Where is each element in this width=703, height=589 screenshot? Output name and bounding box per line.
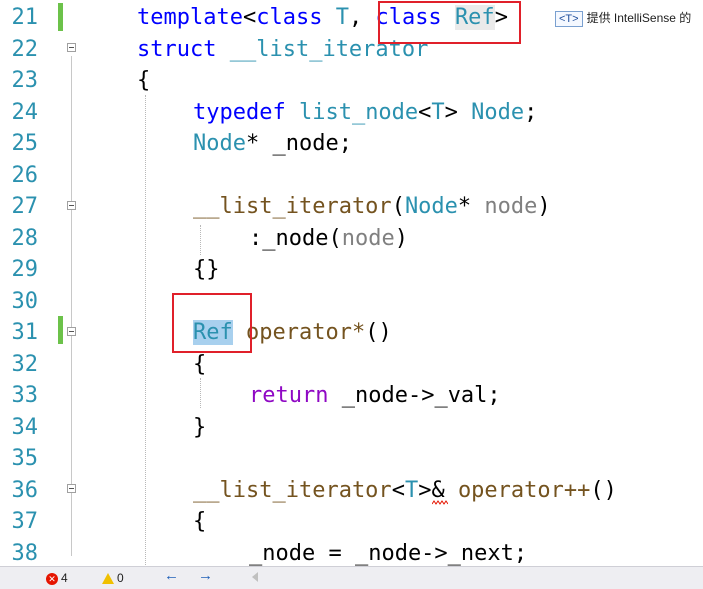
code-text: return _node->_val; [249,383,501,408]
error-count[interactable]: ✕ 4 [46,570,68,586]
code-line: 31 Ref operator*() [0,317,703,349]
line-number: 27 [11,194,39,219]
code-text: Node* _node; [193,131,352,156]
warning-icon [102,573,114,585]
line-number: 22 [11,36,39,62]
code-line: 30 [0,286,703,318]
code-text: _node = _node->_next; [249,540,528,566]
code-line: 22 struct __list_iterator [0,34,703,66]
code-text: typedef list_node<T> Node; [193,99,538,125]
code-line: 34 } [0,412,703,444]
template-tag-icon: <T> [555,11,583,27]
code-text: { [137,68,151,93]
line-number: 24 [11,99,39,125]
highlight-box-class-ref [378,1,521,44]
line-number: 34 [11,414,39,440]
code-text: :_node(node) [249,225,408,251]
highlight-box-ref [172,293,252,353]
line-number: 33 [11,383,39,408]
line-number: 31 [11,320,39,345]
line-number: 21 [11,5,39,30]
error-icon: ✕ [46,572,58,585]
code-text: { [193,509,207,534]
status-bar: ✕ 4 0 ← → [0,566,703,589]
code-text: { [193,351,207,377]
code-line: 25 Node* _node; [0,128,703,160]
code-line: 33 return _node->_val; [0,380,703,412]
code-text: __list_iterator<T>& operator++() [193,477,617,503]
line-number: 23 [11,68,39,93]
code-line: 37 { [0,506,703,538]
code-text: {} [193,257,220,282]
code-line: 24 typedef list_node<T> Node; [0,97,703,129]
line-number: 36 [11,477,39,503]
scroll-left-icon[interactable] [252,572,258,582]
line-number: 32 [11,351,39,377]
code-line: 27 __list_iterator(Node* node) [0,191,703,223]
code-line: 36 __list_iterator<T>& operator++() [0,475,703,507]
line-number: 25 [11,131,39,156]
intellisense-tooltip: <T> 提供 IntelliSense 的 [555,8,691,28]
line-number: 35 [11,446,39,471]
line-number: 28 [11,225,39,251]
code-editor[interactable]: 21 template<class T, class Ref> 22 struc… [0,0,703,566]
tooltip-text: 提供 IntelliSense 的 [586,11,692,25]
code-line: 32 { [0,349,703,381]
code-line: 38 _node = _node->_next; [0,538,703,567]
line-number: 38 [11,540,39,566]
code-line: 26 [0,160,703,192]
navigate-back-button[interactable]: ← [164,568,179,584]
warning-count[interactable]: 0 [102,570,124,586]
error-squiggle [432,500,448,505]
code-line: 35 [0,443,703,475]
line-number: 29 [11,257,39,282]
code-text: __list_iterator(Node* node) [193,194,551,219]
code-line: 23 { [0,65,703,97]
navigate-forward-button[interactable]: → [198,568,213,584]
line-number: 26 [11,162,39,188]
code-text: } [193,414,207,440]
code-line: 28 :_node(node) [0,223,703,255]
code-line: 29 {} [0,254,703,286]
line-number: 30 [11,288,39,314]
line-number: 37 [11,509,39,534]
